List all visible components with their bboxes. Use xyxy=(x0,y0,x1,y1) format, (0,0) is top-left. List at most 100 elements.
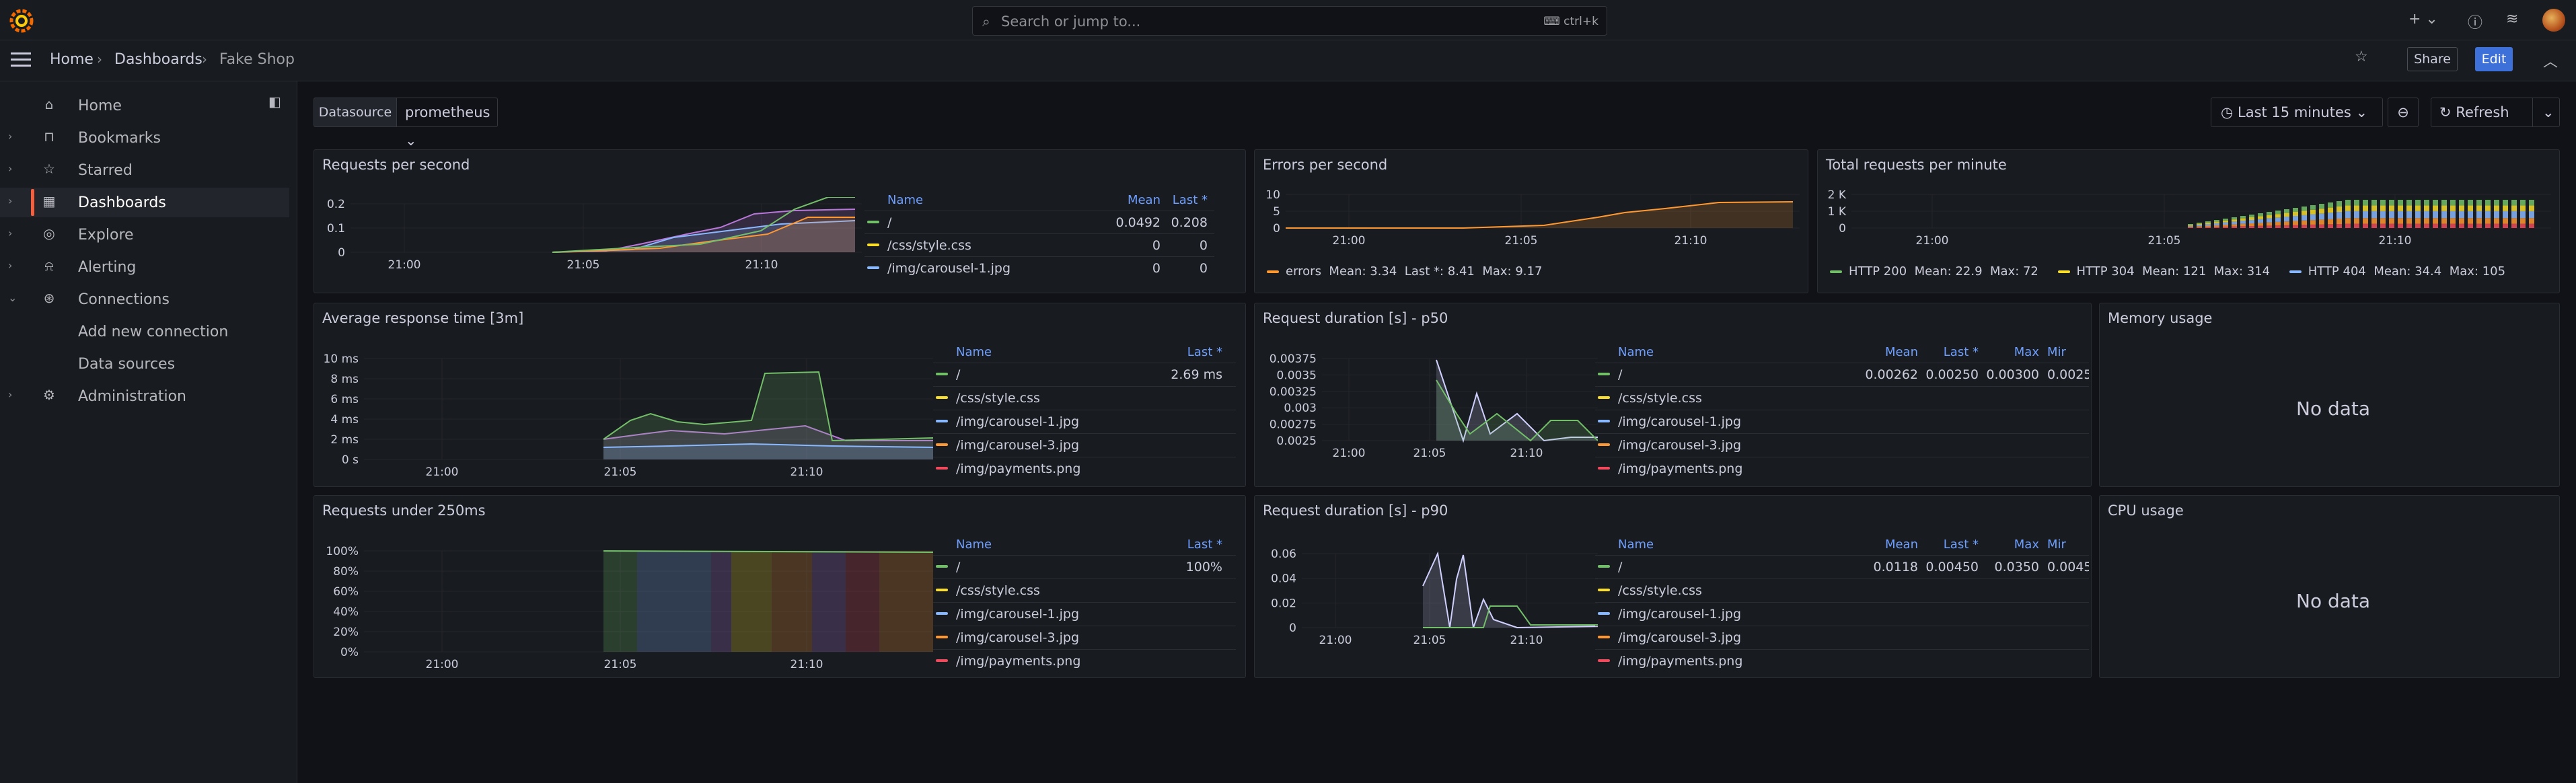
legend-row[interactable]: /img/carousel-1.jpg xyxy=(1595,410,2089,433)
panel-request-duration-p90[interactable]: Request duration [s] - p90 0.06 0.04 0.02 0… xyxy=(1254,495,2092,678)
sidebar-item-home[interactable]: ⌂ Home xyxy=(0,91,289,120)
legend-row[interactable]: /css/style.css xyxy=(933,579,1236,601)
sidebar-item-explore[interactable]: › ◎ Explore xyxy=(0,220,289,250)
legend-row[interactable]: / 100% xyxy=(933,555,1236,578)
legend-header-name[interactable]: Name xyxy=(956,345,992,363)
dock-menu-icon[interactable]: ◧ xyxy=(268,94,281,110)
sidebar-item-data-sources[interactable]: Data sources xyxy=(0,349,289,379)
sidebar-item-dashboards[interactable]: › ▦ Dashboards xyxy=(0,188,289,217)
legend-row[interactable]: /css/style.css xyxy=(1595,579,2089,601)
bar-segment xyxy=(2389,218,2394,224)
time-series-plot[interactable]: 10 5 0 21:00 21:05 21:10 xyxy=(1261,190,1800,271)
legend-row[interactable]: /img/carousel-1.jpg xyxy=(933,410,1236,433)
bar-segment xyxy=(2363,205,2368,211)
legend-row[interactable]: /0.0118 0.00450 0.0350 0.0045 xyxy=(1595,555,2089,578)
share-button[interactable]: Share xyxy=(2407,47,2458,71)
panel-request-duration-p50[interactable]: Request duration [s] - p50 0.00375 0.0035… xyxy=(1254,303,2092,487)
sidebar-item-connections[interactable]: ⌄ ⊛ Connections xyxy=(0,285,289,314)
sidebar-item-label: Starred xyxy=(78,162,133,179)
mark-favorite-icon[interactable]: ☆ xyxy=(2355,48,2368,65)
legend-header-last[interactable]: Last * xyxy=(1169,537,1222,555)
legend-header-max[interactable]: Max xyxy=(1985,345,2039,363)
bar-segment xyxy=(2468,223,2473,228)
legend-header-last[interactable]: Last * xyxy=(1925,345,1979,363)
sidebar-item-administration[interactable]: › ⚙ Administration xyxy=(0,381,289,411)
user-avatar[interactable] xyxy=(2542,9,2565,32)
help-icon[interactable]: ⓘ xyxy=(2468,11,2482,32)
datasource-select[interactable]: prometheus ⌄ xyxy=(397,98,498,149)
chevron-down-icon[interactable]: ⌄ xyxy=(8,291,17,304)
legend-row[interactable]: /img/carousel-3.jpg xyxy=(933,626,1236,648)
chevron-right-icon[interactable]: › xyxy=(8,162,12,175)
legend-header-min[interactable]: Mir xyxy=(2047,537,2066,555)
news-feed-icon[interactable]: ≋ xyxy=(2506,11,2518,28)
menu-toggle-icon[interactable] xyxy=(11,52,31,67)
chevron-right-icon[interactable]: › xyxy=(8,130,12,143)
legend-header-name[interactable]: Name xyxy=(956,537,992,555)
legend-row[interactable]: /css/style.css 0 0 xyxy=(864,233,1214,256)
legend-row[interactable]: /0.00262 0.00250 0.00300 0.0025 xyxy=(1595,363,2089,385)
refresh-interval-dropdown[interactable]: ⌄ xyxy=(2532,98,2554,126)
bar-chart-plot[interactable]: 2 K 1 K 0 21:00 21:05 21:10 xyxy=(1825,190,2551,271)
bar-segment xyxy=(2354,211,2359,219)
edit-button[interactable]: Edit xyxy=(2475,47,2513,71)
legend-row[interactable]: /img/carousel-3.jpg xyxy=(1595,433,2089,456)
legend-header-last[interactable]: Last * xyxy=(1167,193,1208,211)
sidebar-item-bookmarks[interactable]: › ⊓ Bookmarks xyxy=(0,123,289,153)
legend-header-min[interactable]: Mir xyxy=(2047,345,2066,363)
legend-row[interactable]: / 2.69 ms xyxy=(933,363,1236,385)
series-color-swatch xyxy=(1598,659,1610,662)
legend-row[interactable]: /img/payments.png xyxy=(1595,457,2089,480)
legend-header-mean[interactable]: Mean xyxy=(1864,537,1918,555)
legend-header-name[interactable]: Name xyxy=(887,193,923,211)
panel-requests-under-250ms[interactable]: Requests under 250ms 100% 80% 60% 40% 20% 0% 2… xyxy=(314,495,1246,678)
panel-requests-per-second[interactable]: Requests per second 0.2 0.1 0 21:00 21:05 21:… xyxy=(314,149,1246,293)
legend-header-name[interactable]: Name xyxy=(1618,537,1654,555)
legend-header-last[interactable]: Last * xyxy=(1169,345,1222,363)
panel-cpu-usage[interactable]: CPU usage No data xyxy=(2099,495,2560,678)
legend-row[interactable]: /img/carousel-3.jpg xyxy=(1595,626,2089,648)
search-input[interactable]: ⌕ Search or jump to... ⌨ ctrl+k xyxy=(972,6,1607,36)
bar-segment xyxy=(2205,227,2211,228)
legend-item[interactable]: errors Mean: 3.34 Last *: 8.41 Max: 9.17 xyxy=(1267,264,1542,278)
collapse-chevron-icon[interactable]: ︿ xyxy=(2543,50,2558,71)
zoom-out-button[interactable]: ⊖ xyxy=(2388,98,2419,127)
panel-average-response-time[interactable]: Average response time [3m] 10 ms 8 ms 6 ms… xyxy=(314,303,1246,487)
refresh-button[interactable]: ↻ Refresh ⌄ xyxy=(2431,98,2560,127)
legend-row[interactable]: /img/payments.png xyxy=(1595,649,2089,672)
time-range-picker[interactable]: ◷ Last 15 minutes ⌄ xyxy=(2211,98,2383,127)
legend-row[interactable]: /img/carousel-3.jpg xyxy=(933,433,1236,456)
legend-row[interactable]: /img/carousel-1.jpg xyxy=(933,602,1236,625)
y-tick-label: 80% xyxy=(333,565,359,579)
series-color-swatch xyxy=(1598,396,1610,399)
panel-total-requests-per-minute[interactable]: Total requests per minute 2 K 1 K 0 21:00 21… xyxy=(1817,149,2560,293)
panel-memory-usage[interactable]: Memory usage No data xyxy=(2099,303,2560,487)
legend-row[interactable]: /img/carousel-1.jpg xyxy=(1595,602,2089,625)
legend-header-mean[interactable]: Mean xyxy=(1864,345,1918,363)
chevron-right-icon[interactable]: › xyxy=(8,194,12,207)
legend-item[interactable]: HTTP 200 Mean: 22.9 Max: 72 xyxy=(1830,264,2038,278)
legend-header-max[interactable]: Max xyxy=(1985,537,2039,555)
legend-item[interactable]: HTTP 404 Mean: 34.4 Max: 105 xyxy=(2289,264,2505,278)
legend-row[interactable]: / 0.0492 0.208 xyxy=(864,211,1214,233)
panel-errors-per-second[interactable]: Errors per second 10 5 0 21:00 21:05 21:10 er… xyxy=(1254,149,1808,293)
grafana-logo-icon[interactable] xyxy=(9,9,34,33)
chevron-right-icon[interactable]: › xyxy=(8,227,12,239)
add-new-icon[interactable]: + ⌄ xyxy=(2408,11,2438,28)
legend-header-name[interactable]: Name xyxy=(1618,345,1654,363)
legend-row[interactable]: /css/style.css xyxy=(1595,386,2089,409)
breadcrumb-home[interactable]: Home xyxy=(50,51,94,68)
legend-row[interactable]: /css/style.css xyxy=(933,386,1236,409)
legend-header-mean[interactable]: Mean xyxy=(1120,193,1161,211)
sidebar-item-add-new-connection[interactable]: Add new connection xyxy=(0,317,289,346)
sidebar-item-alerting[interactable]: › ⍾ Alerting xyxy=(0,252,289,282)
legend-header-last[interactable]: Last * xyxy=(1925,537,1979,555)
chevron-right-icon[interactable]: › xyxy=(8,388,12,401)
legend-row[interactable]: /img/payments.png xyxy=(933,457,1236,480)
legend-item[interactable]: HTTP 304 Mean: 121 Max: 314 xyxy=(2057,264,2270,278)
legend-row[interactable]: /img/payments.png xyxy=(933,649,1236,672)
sidebar-item-starred[interactable]: › ☆ Starred xyxy=(0,155,289,185)
legend-row[interactable]: /img/carousel-1.jpg 0 0 xyxy=(864,256,1214,279)
breadcrumb-dashboards[interactable]: Dashboards xyxy=(114,51,203,68)
chevron-right-icon[interactable]: › xyxy=(8,259,12,272)
